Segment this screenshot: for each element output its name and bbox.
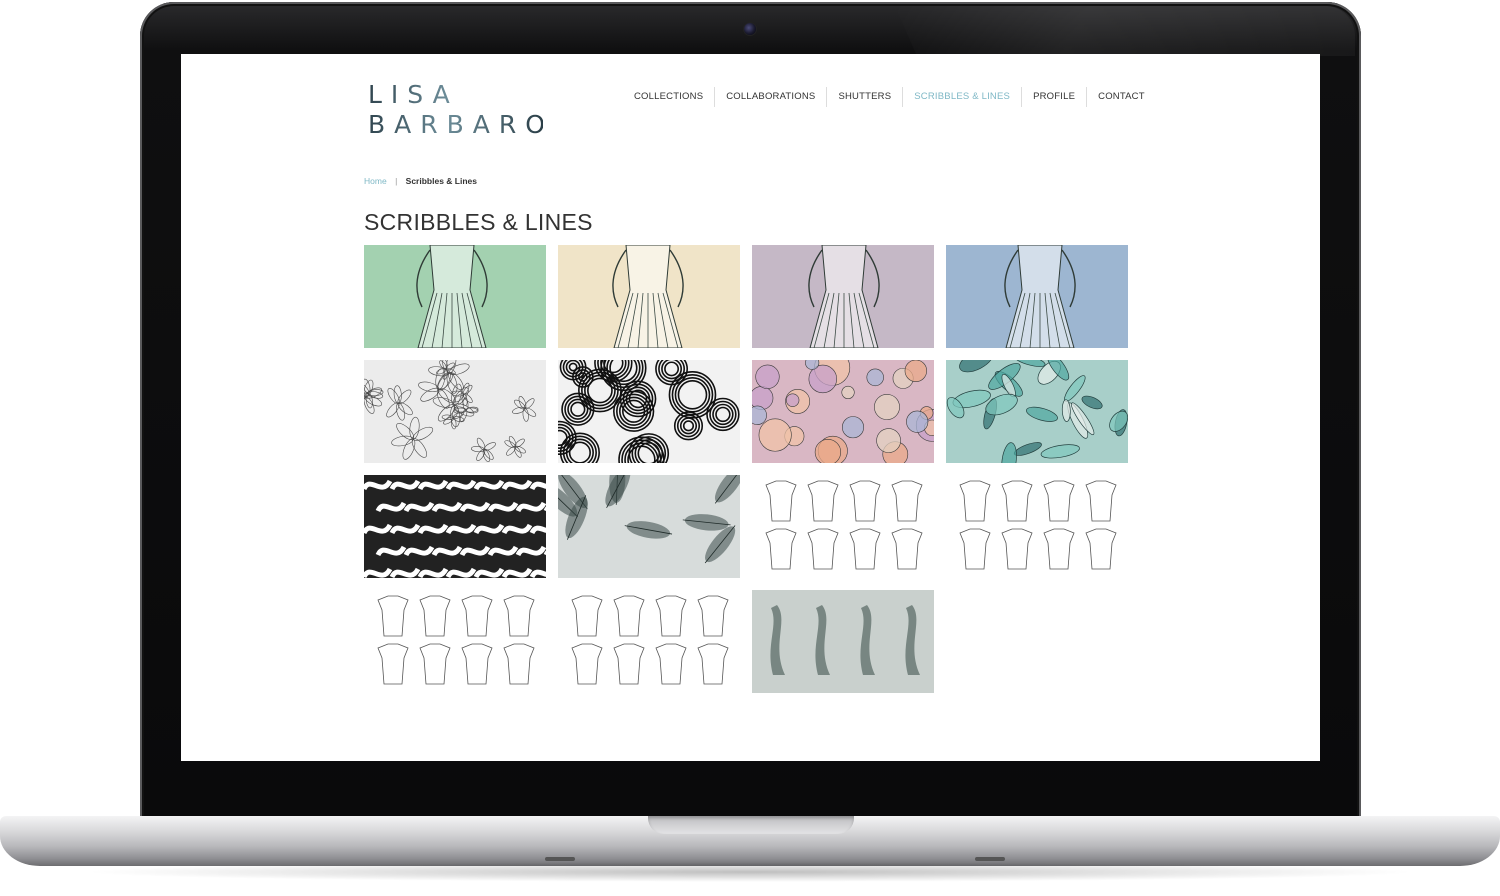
technical-flats-jackets-thumb[interactable]: [364, 590, 546, 693]
pastel-floral-print-thumb[interactable]: [752, 360, 934, 463]
technical-flats-shorts-trousers-thumb[interactable]: [946, 475, 1128, 578]
thumbnail-artwork: [752, 475, 934, 578]
nav-contact[interactable]: CONTACT: [1086, 87, 1156, 107]
thumbnail-artwork: [364, 475, 546, 578]
fashion-illustration-blue-thumb[interactable]: [946, 245, 1128, 348]
logo-line-1: LISA: [368, 80, 543, 110]
thumbnail-artwork: [752, 360, 934, 463]
fashion-illustration-green-thumb[interactable]: [364, 245, 546, 348]
thumbnail-artwork: [364, 590, 546, 693]
thumbnail-artwork: [752, 590, 934, 693]
laptop-foot: [975, 857, 1005, 861]
thumbnail-artwork: [946, 360, 1128, 463]
technical-flats-tops-thumb[interactable]: [752, 475, 934, 578]
nav-shutters[interactable]: SHUTTERS: [826, 87, 902, 107]
feather-watercolor-print-thumb[interactable]: [558, 475, 740, 578]
thumbnail-artwork: [558, 590, 740, 693]
nav-collections[interactable]: COLLECTIONS: [623, 87, 714, 107]
thumbnail-artwork: [558, 245, 740, 348]
breadcrumb-current: Scribbles & Lines: [405, 176, 477, 186]
nav-collaborations[interactable]: COLLABORATIONS: [714, 87, 826, 107]
breadcrumb-home-link[interactable]: Home: [364, 176, 387, 186]
monochrome-geometric-print-thumb[interactable]: [364, 475, 546, 578]
thumbnail-artwork: [558, 360, 740, 463]
nav-scribbles-lines[interactable]: SCRIBBLES & LINES: [902, 87, 1021, 107]
main-nav: COLLECTIONS COLLABORATIONS SHUTTERS SCRI…: [623, 86, 1156, 108]
teal-floral-print-thumb[interactable]: [946, 360, 1128, 463]
laptop-shadow: [80, 862, 1420, 882]
thumbnail-artwork: [558, 475, 740, 578]
figures-in-mist-thumb[interactable]: [752, 590, 934, 693]
nav-profile[interactable]: PROFILE: [1021, 87, 1086, 107]
laptop-foot: [545, 857, 575, 861]
thumbnail-artwork: [752, 245, 934, 348]
site-logo[interactable]: LISA BARBARO: [368, 80, 554, 142]
thumbnail-artwork: [364, 360, 546, 463]
logo-line-2: BARBARO: [368, 110, 554, 139]
breadcrumb: Home | Scribbles & Lines: [364, 176, 477, 186]
floral-line-print-thumb[interactable]: [364, 360, 546, 463]
lid-reflection: [895, 6, 1355, 56]
technical-flats-swimwear-thumb[interactable]: [558, 590, 740, 693]
breadcrumb-separator: |: [395, 176, 398, 186]
page-title: SCRIBBLES & LINES: [364, 209, 593, 235]
paisley-doodle-print-thumb[interactable]: [558, 360, 740, 463]
fashion-illustration-cream-thumb[interactable]: [558, 245, 740, 348]
thumbnail-artwork: [946, 475, 1128, 578]
screen: LISA BARBARO COLLECTIONS COLLABORATIONS …: [181, 54, 1320, 761]
fashion-illustration-mauve-thumb[interactable]: [752, 245, 934, 348]
laptop-opening-notch: [648, 816, 854, 834]
gallery-grid: [364, 245, 1130, 695]
webcam-icon: [744, 23, 756, 35]
thumbnail-artwork: [946, 245, 1128, 348]
thumbnail-artwork: [364, 245, 546, 348]
